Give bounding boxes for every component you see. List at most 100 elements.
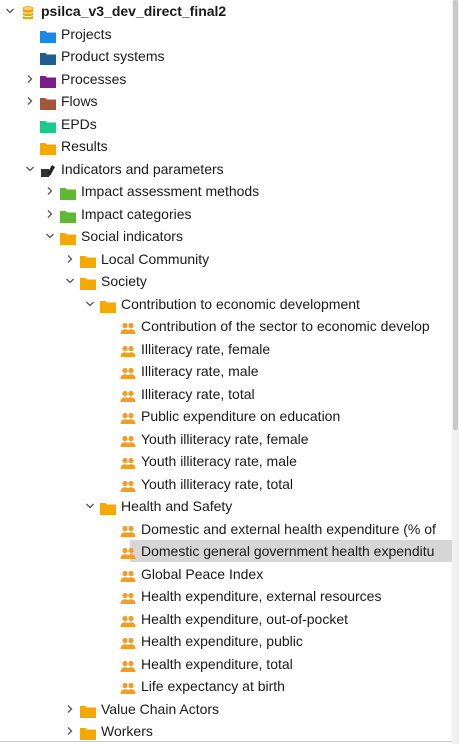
- tree-node-label: Health expenditure, total: [141, 655, 293, 672]
- folder-icon: [40, 117, 56, 133]
- tree-node-label: Product systems: [61, 48, 165, 64]
- folder-icon: [40, 139, 56, 155]
- tree-node-label: Health expenditure, out-of-pocket: [141, 610, 349, 627]
- tree-node-youth-illiteracy-rate-male[interactable]: Youth illiteracy rate, male: [0, 450, 452, 472]
- people-icon: [120, 589, 136, 604]
- tree-node-domestic-general-government-health-expenditu[interactable]: Domestic general government health expen…: [120, 540, 452, 562]
- tree-node-product-systems[interactable]: Product systems: [0, 45, 452, 67]
- tree-node-label: Results: [61, 138, 108, 154]
- tree-node-public-expenditure-on-education[interactable]: Public expenditure on education: [0, 405, 452, 427]
- folder-icon: [100, 297, 116, 313]
- tree-node-youth-illiteracy-rate-total[interactable]: Youth illiteracy rate, total: [0, 473, 452, 495]
- tree-node-psilca-v3-dev-direct-final2[interactable]: psilca_v3_dev_direct_final2: [0, 0, 452, 22]
- folder-icon: [40, 49, 56, 65]
- indicators-icon: [40, 162, 56, 177]
- tree-node-flows[interactable]: Flows: [0, 90, 452, 112]
- tree-node-label: Life expectancy at birth: [141, 678, 285, 694]
- tree-node-social-indicators[interactable]: Social indicators: [0, 225, 452, 247]
- tree-node-processes[interactable]: Processes: [0, 68, 452, 90]
- tree-node-label: Projects: [61, 25, 112, 42]
- chevron-down-icon[interactable]: [44, 225, 56, 247]
- tree-node-label: Health and Safety: [121, 498, 233, 514]
- tree-node-illiteracy-rate-male[interactable]: Illiteracy rate, male: [0, 360, 452, 382]
- tree-node-contribution-to-economic-development[interactable]: Contribution to economic development: [0, 293, 452, 315]
- tree-node-indicators-and-parameters[interactable]: Indicators and parameters: [0, 158, 452, 180]
- folder-icon: [80, 724, 96, 740]
- tree-node-label: psilca_v3_dev_direct_final2: [41, 3, 227, 19]
- chevron-right-icon[interactable]: [44, 203, 56, 225]
- tree-node-label: Value Chain Actors: [101, 700, 220, 717]
- chevron-right-icon[interactable]: [24, 68, 36, 90]
- people-icon: [120, 387, 136, 402]
- tree-node-health-and-safety[interactable]: Health and Safety: [0, 495, 452, 517]
- chevron-right-icon[interactable]: [44, 180, 56, 202]
- tree-node-contribution-of-the-sector-to-economic-develop[interactable]: Contribution of the sector to economic d…: [0, 315, 452, 337]
- tree-node-health-expenditure-out-of-pocket[interactable]: Health expenditure, out-of-pocket: [0, 608, 452, 630]
- tree-node-label: Global Peace Index: [141, 565, 264, 582]
- tree-node-label: Indicators and parameters: [61, 160, 224, 177]
- tree-node-illiteracy-rate-total[interactable]: Illiteracy rate, total: [0, 383, 452, 405]
- divider: [0, 741, 452, 742]
- tree-node-health-expenditure-total[interactable]: Health expenditure, total: [0, 653, 452, 675]
- chevron-right-icon[interactable]: [64, 698, 76, 720]
- chevron-down-icon[interactable]: [84, 495, 96, 517]
- folder-icon: [80, 702, 96, 718]
- navigation-tree: psilca_v3_dev_direct_final2 Projects Produ…: [0, 0, 452, 744]
- tree-node-global-peace-index[interactable]: Global Peace Index: [0, 563, 452, 585]
- tree-node-health-expenditure-external-resources[interactable]: Health expenditure, external resources: [0, 585, 452, 607]
- folder-icon: [80, 252, 96, 268]
- folder-icon: [40, 27, 56, 43]
- tree-node-projects[interactable]: Projects: [0, 23, 452, 45]
- database-icon: [20, 4, 36, 19]
- scrollbar-thumb[interactable]: [453, 0, 458, 430]
- tree-node-results[interactable]: Results: [0, 135, 452, 157]
- chevron-right-icon[interactable]: [24, 90, 36, 112]
- tree-node-impact-categories[interactable]: Impact categories: [0, 203, 452, 225]
- people-icon: [120, 364, 136, 379]
- tree-node-society[interactable]: Society: [0, 270, 452, 292]
- tree-node-label: Youth illiteracy rate, male: [141, 453, 297, 469]
- tree-node-label: Domestic and external health expenditure…: [141, 520, 436, 537]
- tree-node-label: Health expenditure, public: [141, 633, 303, 649]
- tree-node-health-expenditure-public[interactable]: Health expenditure, public: [0, 630, 452, 652]
- tree-node-value-chain-actors[interactable]: Value Chain Actors: [0, 698, 452, 720]
- people-icon: [120, 522, 136, 537]
- folder-icon: [100, 499, 116, 515]
- tree-node-label: Illiteracy rate, total: [141, 385, 255, 402]
- chevron-down-icon[interactable]: [64, 270, 76, 292]
- folder-icon: [40, 72, 56, 88]
- people-icon: [120, 612, 136, 627]
- tree-node-youth-illiteracy-rate-female[interactable]: Youth illiteracy rate, female: [0, 428, 452, 450]
- tree-node-illiteracy-rate-female[interactable]: Illiteracy rate, female: [0, 338, 452, 360]
- tree-node-local-community[interactable]: Local Community: [0, 248, 452, 270]
- chevron-down-icon[interactable]: [24, 158, 36, 180]
- tree-node-label: Impact assessment methods: [81, 183, 260, 199]
- tree-node-label: Contribution of the sector to economic d…: [141, 318, 430, 334]
- chevron-right-icon[interactable]: [64, 248, 76, 270]
- tree-node-workers[interactable]: Workers: [0, 720, 452, 742]
- tree-node-label: Local Community: [101, 250, 210, 267]
- people-icon: [120, 679, 136, 694]
- tree-node-label: Workers: [101, 723, 153, 739]
- folder-icon: [60, 207, 76, 223]
- people-icon: [120, 477, 136, 492]
- chevron-down-icon[interactable]: [84, 293, 96, 315]
- tree-node-label: Domestic general government health expen…: [141, 543, 435, 559]
- vertical-scrollbar[interactable]: [452, 0, 459, 744]
- tree-node-epds[interactable]: EPDs: [0, 113, 452, 135]
- tree-node-label: Impact categories: [81, 205, 192, 222]
- tree-node-impact-assessment-methods[interactable]: Impact assessment methods: [0, 180, 452, 202]
- tree-node-label: Social indicators: [81, 228, 183, 244]
- chevron-right-icon[interactable]: [64, 720, 76, 742]
- tree-node-label: Illiteracy rate, male: [141, 363, 259, 379]
- people-icon: [120, 409, 136, 424]
- tree-node-label: Processes: [61, 70, 127, 87]
- tree-node-label: EPDs: [61, 115, 97, 132]
- chevron-down-icon[interactable]: [4, 0, 16, 22]
- tree-node-domestic-and-external-health-expenditure-of[interactable]: Domestic and external health expenditure…: [0, 518, 452, 540]
- people-icon: [120, 432, 136, 447]
- people-icon: [120, 657, 136, 672]
- folder-icon: [60, 229, 76, 245]
- tree-node-life-expectancy-at-birth[interactable]: Life expectancy at birth: [0, 675, 452, 697]
- people-icon: [120, 319, 136, 334]
